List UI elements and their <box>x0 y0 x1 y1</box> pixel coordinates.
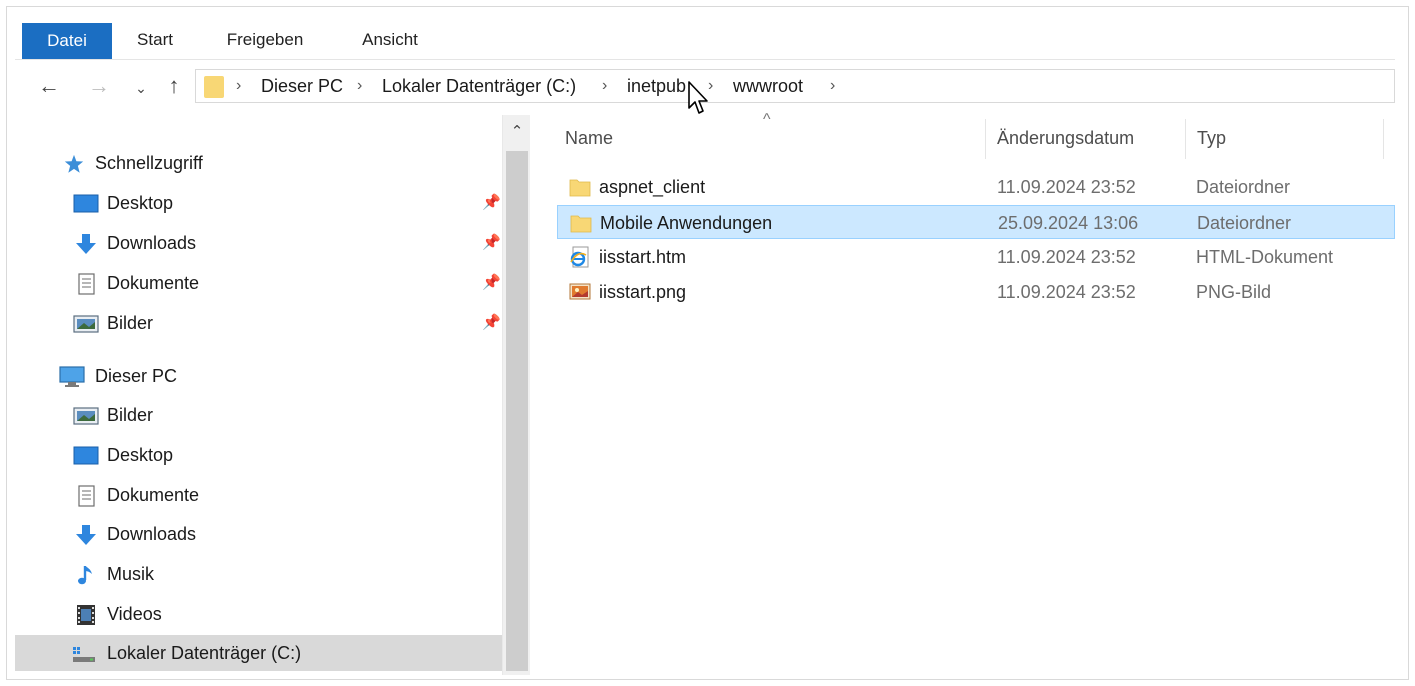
breadcrumb-wwwroot[interactable]: wwwroot <box>733 70 803 102</box>
folder-icon <box>569 179 591 197</box>
tab-freigeben[interactable]: Freigeben <box>210 22 320 57</box>
breadcrumb-dieser-pc[interactable]: Dieser PC <box>261 70 343 102</box>
nav-quick-pictures[interactable]: Bilder 📌 <box>15 305 502 341</box>
nav-label: Lokaler Datenträger (C:) <box>107 643 302 663</box>
recent-locations-button[interactable]: ⌄ <box>127 74 155 102</box>
column-divider[interactable] <box>1185 119 1186 159</box>
computer-icon <box>59 366 85 387</box>
column-header-date[interactable]: Änderungsdatum <box>997 115 1134 159</box>
pictures-icon <box>73 315 99 333</box>
nav-label: Dokumente <box>107 273 200 293</box>
breadcrumb-separator[interactable]: › <box>830 70 835 102</box>
up-button[interactable]: ↑ <box>160 72 188 100</box>
nav-label: Videos <box>107 604 162 624</box>
pin-icon[interactable]: 📌 <box>482 193 501 213</box>
file-row[interactable]: Mobile Anwendungen 25.09.2024 13:06 Date… <box>557 205 1395 239</box>
nav-label: Bilder <box>107 313 154 333</box>
nav-quick-desktop[interactable]: Desktop 📌 <box>15 185 502 221</box>
scroll-up-button[interactable]: ⌃ <box>503 115 531 149</box>
pin-icon[interactable]: 📌 <box>482 233 501 253</box>
nav-label: Downloads <box>107 524 197 544</box>
nav-label: Schnellzugriff <box>95 153 203 173</box>
drive-icon <box>73 647 95 662</box>
pin-icon[interactable]: 📌 <box>482 273 501 293</box>
desktop-icon <box>73 194 99 213</box>
music-icon <box>78 566 92 585</box>
file-date: 25.09.2024 13:06 <box>998 213 1139 233</box>
file-type: Dateiordner <box>1196 177 1291 197</box>
nav-pc-music[interactable]: Musik <box>15 556 502 592</box>
file-name: iisstart.png <box>599 282 687 302</box>
downloads-icon <box>76 525 96 545</box>
file-date: 11.09.2024 23:52 <box>997 177 1136 197</box>
tab-ansicht[interactable]: Ansicht <box>345 22 435 57</box>
nav-quick-downloads[interactable]: Downloads 📌 <box>15 225 502 261</box>
breadcrumb-lokaler-datentraeger[interactable]: Lokaler Datenträger (C:) <box>382 70 576 102</box>
file-row[interactable]: iisstart.htm 11.09.2024 23:52 HTML-Dokum… <box>557 240 1395 274</box>
file-date: 11.09.2024 23:52 <box>997 282 1136 302</box>
nav-this-pc[interactable]: Dieser PC <box>15 358 502 394</box>
ribbon-tabs: Datei Start Freigeben Ansicht <box>15 15 1395 60</box>
file-name: iisstart.htm <box>599 247 687 267</box>
address-bar[interactable]: › Dieser PC › Lokaler Datenträger (C:) ›… <box>195 69 1395 103</box>
nav-pc-pictures[interactable]: Bilder <box>15 397 502 433</box>
nav-label: Bilder <box>107 405 154 425</box>
file-type: HTML-Dokument <box>1196 247 1334 267</box>
nav-label: Desktop <box>107 445 174 465</box>
folder-icon <box>570 215 592 233</box>
nav-label: Dieser PC <box>95 366 178 386</box>
nav-label: Musik <box>107 564 155 584</box>
sort-ascending-icon: ^ <box>763 111 771 128</box>
tab-start[interactable]: Start <box>115 22 195 57</box>
back-button[interactable]: ← <box>35 72 63 100</box>
scroll-thumb[interactable] <box>506 151 528 671</box>
column-header-type[interactable]: Typ <box>1197 115 1226 159</box>
column-header-name[interactable]: Name <box>565 115 613 159</box>
forward-button[interactable]: → <box>85 72 113 100</box>
file-name: Mobile Anwendungen <box>600 213 773 233</box>
file-date: 11.09.2024 23:52 <box>997 247 1136 267</box>
pin-icon[interactable]: 📌 <box>482 313 501 333</box>
file-type: PNG-Bild <box>1196 282 1272 302</box>
png-file-icon <box>569 283 591 300</box>
nav-pc-desktop[interactable]: Desktop <box>15 437 502 473</box>
tab-datei[interactable]: Datei <box>22 23 112 59</box>
file-name: aspnet_client <box>599 177 706 197</box>
nav-pc-downloads[interactable]: Downloads <box>15 516 502 552</box>
desktop-icon <box>73 446 99 465</box>
breadcrumb-separator[interactable]: › <box>357 70 362 102</box>
nav-label: Dokumente <box>107 485 200 505</box>
column-divider[interactable] <box>985 119 986 159</box>
navigation-pane: Schnellzugriff Desktop 📌 Downloads 📌 Dok… <box>15 115 502 675</box>
mouse-cursor-icon <box>688 81 708 114</box>
nav-label: Downloads <box>107 233 197 253</box>
nav-quick-access[interactable]: Schnellzugriff <box>15 145 502 181</box>
html-file-icon <box>570 246 589 268</box>
documents-icon <box>78 273 95 295</box>
pictures-icon <box>73 407 99 425</box>
file-row[interactable]: iisstart.png 11.09.2024 23:52 PNG-Bild <box>557 275 1395 309</box>
file-list: ^ Name Änderungsdatum Typ aspnet_client … <box>530 111 1395 675</box>
nav-quick-documents[interactable]: Dokumente 📌 <box>15 265 502 301</box>
downloads-icon <box>76 234 96 254</box>
breadcrumb-separator[interactable]: › <box>602 70 607 102</box>
folder-icon <box>204 76 224 98</box>
file-type: Dateiordner <box>1197 213 1292 233</box>
breadcrumb-separator[interactable]: › <box>236 70 241 102</box>
star-icon <box>64 154 84 173</box>
column-divider[interactable] <box>1383 119 1384 159</box>
videos-icon <box>77 605 95 625</box>
nav-label: Desktop <box>107 193 174 213</box>
navigation-pane-scrollbar[interactable]: ⌃ <box>502 115 530 675</box>
file-row[interactable]: aspnet_client 11.09.2024 23:52 Dateiordn… <box>557 170 1395 204</box>
nav-pc-documents[interactable]: Dokumente <box>15 477 502 513</box>
breadcrumb-inetpub[interactable]: inetpub <box>627 70 686 102</box>
nav-pc-local-drive[interactable]: Lokaler Datenträger (C:) <box>15 635 502 671</box>
documents-icon <box>78 485 95 507</box>
nav-pc-videos[interactable]: Videos <box>15 596 502 632</box>
